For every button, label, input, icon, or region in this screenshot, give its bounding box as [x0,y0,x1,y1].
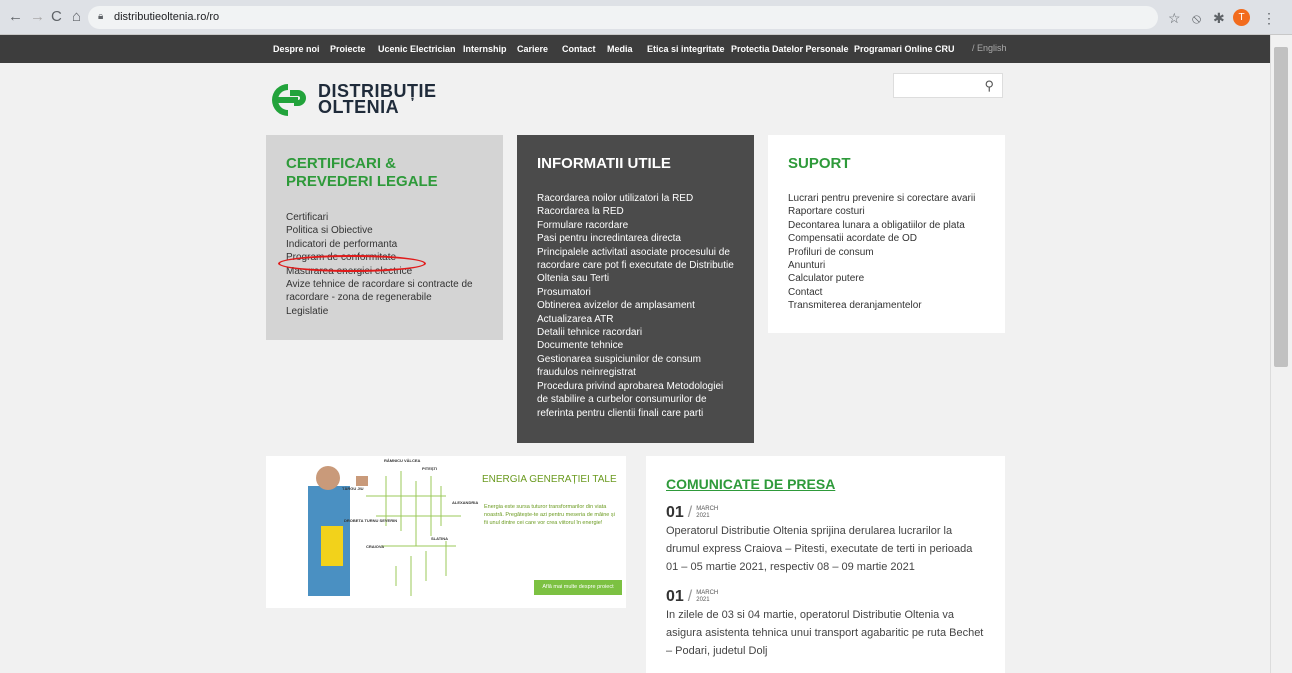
suport-title: SUPORT [788,155,851,172]
star-icon[interactable]: ☆ [1168,10,1181,27]
extension-icon[interactable]: ⦸ [1192,10,1201,27]
language-switch[interactable]: / English [972,43,1007,53]
news-month: MARCH [696,506,719,512]
link-info-3[interactable]: Pasi pentru incredintarea directa [537,232,734,245]
press-title[interactable]: COMUNICATE DE PRESA [666,476,985,492]
date-separator: / [687,588,693,605]
home-icon[interactable]: ⌂ [72,9,81,25]
url-text: distributieoltenia.ro/ro [114,11,220,23]
search-input[interactable]: ⚲ [893,73,1003,98]
link-politica[interactable]: Politica si Obiective [286,224,483,237]
link-suport-2[interactable]: Decontarea lunara a obligatiilor de plat… [788,219,985,232]
news-month-year: MARCH 2021 [696,590,718,604]
banner-description: Energia este sursa tuturor transformaril… [484,504,615,526]
scrollbar[interactable] [1270,35,1292,673]
nav-cariere[interactable]: Cariere [517,44,548,54]
reload-icon[interactable]: C [51,9,62,25]
nav-media[interactable]: Media [607,44,633,54]
banner-title: ENERGIA GENERAȚIEI TALE [482,474,617,485]
banner-illustration [308,466,461,596]
link-suport-3[interactable]: Compensatii acordate de OD [788,232,985,245]
nav-internship[interactable]: Internship [463,44,507,54]
news-year: 2021 [696,597,710,603]
informatii-panel: INFORMATII UTILE Racordarea noilor utili… [517,135,754,443]
news-month-year: MARCH 2021 [696,506,718,520]
puzzle-icon[interactable]: ✱ [1213,10,1225,27]
informatii-title: INFORMATII UTILE [537,155,671,172]
nav-protectia-datelor[interactable]: Protectia Datelor Personale [731,44,849,54]
link-suport-8[interactable]: Transmiterea deranjamentelor [788,299,985,312]
suport-panel: SUPORT Lucrari pentru prevenire si corec… [768,135,1005,333]
search-icon[interactable]: ⚲ [984,78,994,94]
link-suport-7[interactable]: Contact [788,286,985,299]
link-suport-0[interactable]: Lucrari pentru prevenire si corectare av… [788,192,985,205]
link-info-7[interactable]: Actualizarea ATR [537,313,734,326]
link-info-2[interactable]: Formulare racordare [537,219,734,232]
news-year: 2021 [696,513,710,519]
avatar[interactable]: T [1233,9,1250,26]
forward-icon[interactable]: → [30,9,45,25]
scrollbar-thumb[interactable] [1274,47,1288,367]
link-info-11[interactable]: Procedura privind aprobarea Metodologiei… [537,380,734,420]
logo-icon[interactable] [268,82,308,118]
back-icon[interactable]: ← [8,9,23,25]
date-separator: / [687,504,693,521]
lock-icon: 🔒︎ [98,11,104,22]
informatii-list: Racordarea noilor utilizatori la RED Rac… [537,192,734,420]
city-label: ALEXANDRIA [452,500,479,505]
link-suport-6[interactable]: Calculator putere [788,272,985,285]
link-info-10[interactable]: Gestionarea suspiciunilor de consum frau… [537,353,734,380]
city-label: DROBETA TURNU SEVERIN [344,518,398,523]
link-suport-1[interactable]: Raportare costuri [788,205,985,218]
news-day: 01 [666,504,684,521]
link-suport-4[interactable]: Profiluri de consum [788,246,985,259]
news-item: 01 / MARCH 2021 In zilele de 03 si 04 ma… [666,588,985,660]
news-item: 01 / MARCH 2021 Operatorul Distributie O… [666,504,985,576]
logo-line-2: OLTENIA [318,97,400,117]
news-month: MARCH [696,590,719,596]
news-date: 01 / MARCH 2021 [666,588,985,606]
nav-proiecte[interactable]: Proiecte [330,44,366,54]
menu-icon[interactable]: ⋮ [1262,10,1276,27]
link-suport-5[interactable]: Anunturi [788,259,985,272]
nav-contact[interactable]: Contact [562,44,596,54]
link-certificari[interactable]: Certificari [286,211,483,224]
highlight-annotation [278,255,426,272]
city-label: TÂRGU JIU [342,486,364,491]
nav-programari-online[interactable]: Programari Online CRU [854,44,955,54]
link-info-5[interactable]: Prosumatori [537,286,734,299]
link-info-6[interactable]: Obtinerea avizelor de amplasament [537,299,734,312]
link-info-8[interactable]: Detalii tehnice racordari [537,326,734,339]
news-text[interactable]: In zilele de 03 si 04 martie, operatorul… [666,606,985,660]
link-info-4[interactable]: Principalele activitati asociate procesu… [537,246,734,286]
city-label: CRAIOVA [366,544,385,549]
energia-banner[interactable]: RÂMNICU VÂLCEA PITEȘTI TÂRGU JIU ALEXAND… [266,456,626,608]
link-avize-tehnice[interactable]: Avize tehnice de racordare si contracte … [286,278,483,305]
banner-cta-button[interactable]: Află mai multe despre proiect [534,580,622,595]
press-section: COMUNICATE DE PRESA 01 / MARCH 2021 Oper… [646,456,1005,673]
certificari-title: CERTIFICARI & PREVEDERI LEGALE [286,155,438,190]
city-label: PITEȘTI [422,466,438,471]
nav-etica[interactable]: Etica si integritate [647,44,725,54]
browser-toolbar: ← → C ⌂ 🔒︎ distributieoltenia.ro/ro ☆ ⦸ … [0,0,1292,35]
nav-despre-noi[interactable]: Despre noi [273,44,320,54]
link-info-0[interactable]: Racordarea noilor utilizatori la RED [537,192,734,205]
address-bar[interactable]: 🔒︎ distributieoltenia.ro/ro [88,6,1158,29]
news-text[interactable]: Operatorul Distributie Oltenia sprijina … [666,522,985,576]
news-date: 01 / MARCH 2021 [666,504,985,522]
city-label: RÂMNICU VÂLCEA [384,458,421,463]
link-indicatori[interactable]: Indicatori de performanta [286,238,483,251]
city-label: SLATINA [431,536,449,541]
link-info-1[interactable]: Racordarea la RED [537,205,734,218]
link-legislatie[interactable]: Legislatie [286,305,483,318]
news-day: 01 [666,588,684,605]
link-info-9[interactable]: Documente tehnice [537,339,734,352]
certificari-panel: CERTIFICARI & PREVEDERI LEGALE Certifica… [266,135,503,340]
nav-ucenic-electrician[interactable]: Ucenic Electrician [378,44,456,54]
top-navigation: Despre noi Proiecte Ucenic Electrician I… [0,35,1270,63]
logo-text[interactable]: DISTRIBUȚIE OLTENIA [318,82,437,117]
suport-list: Lucrari pentru prevenire si corectare av… [788,192,985,313]
